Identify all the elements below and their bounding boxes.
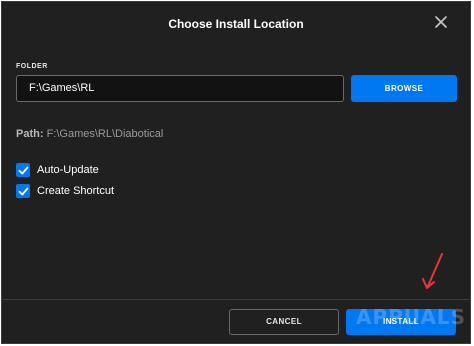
create-shortcut-option[interactable]: Create Shortcut [16, 183, 114, 199]
dialog-title: Choose Install Location [168, 17, 304, 31]
auto-update-checkbox[interactable] [16, 163, 30, 177]
cancel-button[interactable]: CANCEL [229, 309, 339, 335]
install-path-label: Path: [16, 128, 44, 140]
footer-divider [2, 299, 470, 300]
browse-button[interactable]: BROWSE [351, 75, 457, 102]
install-path: Path: F:\Games\RL\Diabotical [16, 128, 163, 140]
auto-update-label: Auto-Update [37, 164, 99, 176]
folder-section-label: FOLDER [16, 63, 48, 70]
install-location-dialog: Choose Install Location FOLDER F:\Games\… [1, 1, 471, 344]
red-arrow-annotation [422, 253, 443, 289]
auto-update-option[interactable]: Auto-Update [16, 162, 99, 178]
folder-path-input[interactable]: F:\Games\RL [16, 75, 344, 102]
checkmark-icon [18, 187, 28, 195]
create-shortcut-checkbox[interactable] [16, 184, 30, 198]
install-path-value: F:\Games\RL\Diabotical [46, 128, 164, 140]
checkmark-icon [18, 166, 28, 174]
install-button[interactable]: INSTALL [346, 309, 456, 335]
close-icon[interactable] [434, 15, 448, 29]
create-shortcut-label: Create Shortcut [37, 185, 115, 197]
